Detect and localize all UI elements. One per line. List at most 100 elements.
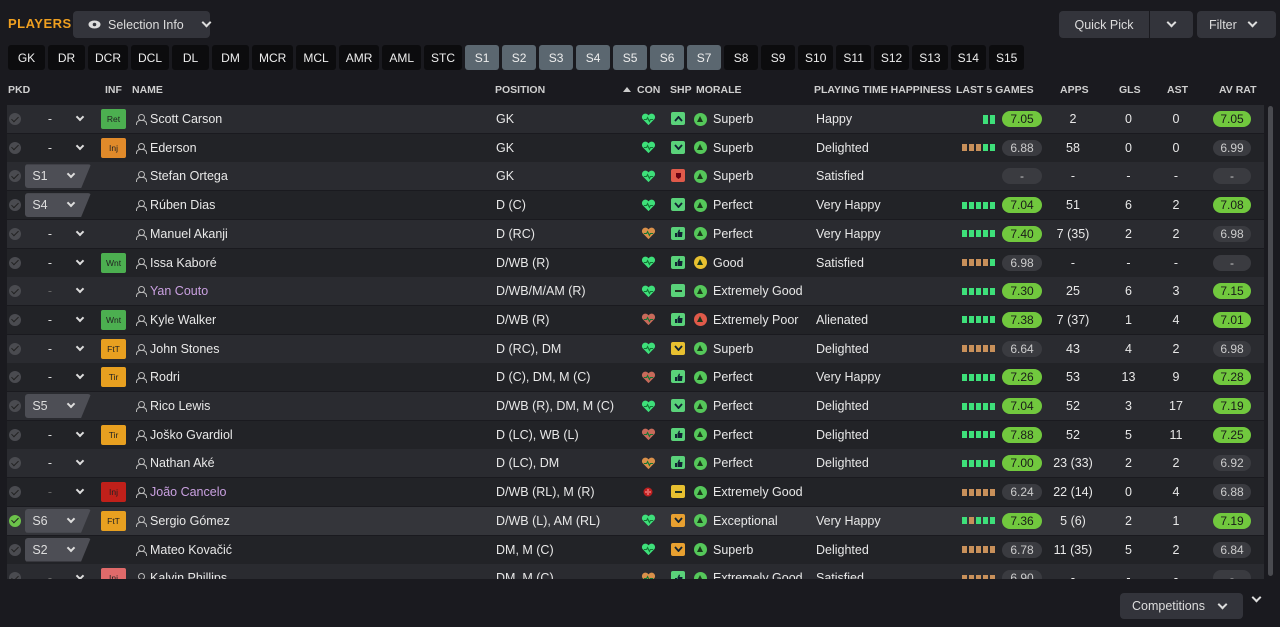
col-avrat[interactable]: AV RAT — [1219, 84, 1257, 96]
col-apps[interactable]: APPS — [1060, 84, 1089, 96]
table-row[interactable]: - FtT John Stones D (RC), DM Superb Delighted… — [7, 334, 1264, 363]
picked-slot[interactable]: - — [35, 421, 65, 449]
pick-checkbox[interactable] — [9, 141, 21, 154]
info-badge[interactable]: FtT — [101, 510, 126, 531]
picked-dropdown[interactable] — [73, 335, 87, 363]
picked-slot[interactable]: - — [35, 564, 65, 579]
picked-slot[interactable]: S6 — [25, 508, 91, 533]
player-name-cell[interactable]: Manuel Akanji — [136, 220, 228, 248]
player-name-cell[interactable]: Ederson — [136, 134, 197, 162]
picked-slot[interactable]: - — [35, 277, 65, 305]
position-tab-dcl[interactable]: DCL — [131, 45, 170, 70]
position-tab-dcr[interactable]: DCR — [88, 45, 128, 70]
picked-dropdown[interactable] — [73, 478, 87, 506]
player-name-cell[interactable]: Rico Lewis — [136, 392, 210, 420]
pick-checkbox[interactable] — [9, 572, 21, 579]
pick-checkbox[interactable] — [9, 514, 21, 527]
position-tab-mcr[interactable]: MCR — [252, 45, 294, 70]
position-tab-s8[interactable]: S8 — [724, 45, 759, 70]
table-row[interactable]: - Ret Scott Carson GK Superb Happy 7.05 2 0 0 7.05 — [7, 105, 1264, 133]
table-row[interactable]: S1 Stefan Ortega GK Superb Satisfied - - - - - — [7, 162, 1264, 191]
player-name-cell[interactable]: Mateo Kovačić — [136, 536, 232, 564]
picked-slot[interactable]: - — [35, 449, 65, 477]
position-tab-s1[interactable]: S1 — [465, 45, 500, 70]
quick-pick-button[interactable]: Quick Pick — [1059, 11, 1149, 38]
player-name-cell[interactable]: Yan Couto — [136, 277, 208, 305]
pick-checkbox[interactable] — [9, 227, 21, 240]
picked-slot[interactable]: - — [35, 478, 65, 506]
filter-button[interactable]: Filter — [1197, 11, 1276, 38]
info-badge[interactable]: Tir — [101, 367, 126, 388]
col-playing-time[interactable]: PLAYING TIME HAPPINESS — [814, 84, 951, 96]
col-morale[interactable]: MORALE — [696, 84, 742, 96]
position-tab-dr[interactable]: DR — [48, 45, 85, 70]
scrollbar[interactable] — [1268, 106, 1273, 576]
pick-checkbox[interactable] — [9, 486, 21, 499]
info-badge[interactable]: Inj — [101, 482, 126, 503]
position-tab-s9[interactable]: S9 — [761, 45, 796, 70]
table-row[interactable]: S5 Rico Lewis D/WB (R), DM, M (C) Perfect De… — [7, 392, 1264, 420]
player-name-cell[interactable]: João Cancelo — [136, 478, 226, 506]
info-badge[interactable]: Inj — [101, 137, 126, 158]
expand-panel-icon[interactable] — [1251, 592, 1262, 603]
position-tab-amr[interactable]: AMR — [338, 45, 380, 70]
col-gls[interactable]: GLS — [1119, 84, 1141, 96]
pick-checkbox[interactable] — [9, 313, 21, 326]
player-name-cell[interactable]: Sergio Gómez — [136, 507, 230, 535]
picked-slot[interactable]: S1 — [25, 164, 91, 189]
selection-info-button[interactable]: Selection Info — [73, 11, 212, 38]
table-row[interactable]: S6 FtT Sergio Gómez D/WB (L), AM (RL) Except… — [7, 506, 1264, 535]
player-name-cell[interactable]: Rodri — [136, 363, 180, 391]
col-shp[interactable]: SHP — [670, 84, 692, 96]
player-name-cell[interactable]: Kalvin Phillips — [136, 564, 227, 579]
player-name-cell[interactable]: Scott Carson — [136, 105, 222, 133]
table-row[interactable]: S2 Mateo Kovačić DM, M (C) Superb Delighted 6… — [7, 535, 1264, 564]
position-tab-mcl[interactable]: MCL — [296, 45, 336, 70]
table-row[interactable]: - Manuel Akanji D (RC) Perfect Very Happy 7.4… — [7, 219, 1264, 248]
player-name-cell[interactable]: Kyle Walker — [136, 306, 216, 334]
table-row[interactable]: - Yan Couto D/WB/M/AM (R) Extremely Good 7.3… — [7, 277, 1264, 306]
pick-checkbox[interactable] — [9, 113, 21, 125]
picked-dropdown[interactable] — [73, 249, 87, 277]
picked-slot[interactable]: S5 — [25, 394, 91, 418]
player-name-cell[interactable]: Nathan Aké — [136, 449, 215, 477]
info-badge[interactable]: Inj — [101, 568, 126, 579]
position-tab-s2[interactable]: S2 — [502, 45, 537, 70]
picked-dropdown[interactable] — [73, 306, 87, 334]
position-tab-s12[interactable]: S12 — [873, 45, 910, 70]
picked-slot[interactable]: - — [35, 249, 65, 277]
picked-slot[interactable]: - — [35, 363, 65, 391]
position-tab-s10[interactable]: S10 — [798, 45, 834, 70]
table-row[interactable]: - Nathan Aké D (LC), DM Perfect Delighted 7.0… — [7, 449, 1264, 478]
position-tab-dm[interactable]: DM — [212, 45, 250, 70]
picked-slot[interactable]: S4 — [25, 193, 91, 218]
pick-checkbox[interactable] — [9, 342, 21, 355]
table-row[interactable]: - Tir Rodri D (C), DM, M (C) Perfect Very Hap… — [7, 363, 1264, 392]
player-name-cell[interactable]: Joško Gvardiol — [136, 421, 233, 449]
position-tab-dl[interactable]: DL — [172, 45, 210, 70]
picked-dropdown[interactable] — [73, 449, 87, 477]
competitions-button[interactable]: Competitions — [1120, 593, 1243, 619]
player-name-cell[interactable]: John Stones — [136, 335, 220, 363]
info-badge[interactable]: Ret — [101, 109, 126, 129]
quick-pick-dropdown[interactable] — [1150, 11, 1193, 38]
position-tab-s4[interactable]: S4 — [576, 45, 611, 70]
picked-dropdown[interactable] — [73, 220, 87, 248]
col-ast[interactable]: AST — [1167, 84, 1188, 96]
pick-checkbox[interactable] — [9, 543, 21, 556]
picked-slot[interactable]: - — [35, 220, 65, 248]
picked-slot[interactable]: - — [35, 335, 65, 363]
picked-dropdown[interactable] — [73, 105, 87, 133]
pick-checkbox[interactable] — [9, 371, 21, 384]
pick-checkbox[interactable] — [9, 170, 21, 183]
picked-slot[interactable]: - — [35, 134, 65, 162]
picked-slot[interactable]: - — [35, 306, 65, 334]
pick-checkbox[interactable] — [9, 400, 21, 412]
col-inf[interactable]: INF — [105, 84, 122, 96]
player-name-cell[interactable]: Issa Kaboré — [136, 249, 217, 277]
position-tab-s14[interactable]: S14 — [950, 45, 986, 70]
picked-dropdown[interactable] — [73, 277, 87, 305]
pick-checkbox[interactable] — [9, 199, 21, 212]
col-con[interactable]: CON — [623, 84, 660, 96]
picked-slot[interactable]: S2 — [25, 537, 91, 562]
